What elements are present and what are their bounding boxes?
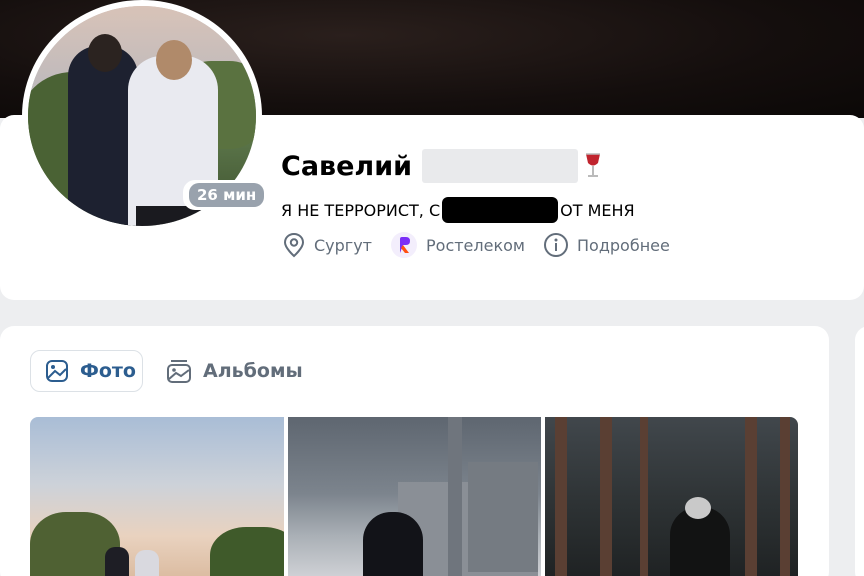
redacted-surname [422,149,579,183]
status-text-end: ОТ МЕНЯ [560,200,635,220]
tab-photos-label: Фото [80,360,136,382]
online-time: 26 мин [189,183,265,207]
profile-name-row: Савелий [281,148,604,184]
photo-thumbnail[interactable] [288,417,541,576]
city-label: Сургут [314,235,372,255]
location-pin-icon [283,232,305,258]
profile-status: Я НЕ ТЕРРОРИСТ, С ОТ МЕНЯ [281,197,635,223]
photo-thumbnail[interactable] [545,417,798,576]
work-item[interactable]: Ростелеком [390,231,525,259]
online-status-badge: 26 мин [183,180,271,210]
more-info-label: Подробнее [577,235,670,255]
wine-glass-icon [586,153,601,177]
profile-info-row: Сургут Ростелеком Подробнее [282,231,688,259]
albums-icon [167,360,191,383]
photo-thumbnail[interactable] [30,417,284,576]
status-text-start: Я НЕ ТЕРРОРИСТ, С [281,200,441,220]
tab-photos[interactable]: Фото [30,350,143,392]
tab-albums-label: Альбомы [203,360,303,382]
city-item[interactable]: Сургут [282,232,372,258]
info-icon [544,233,568,257]
rostelecom-logo-icon [391,232,417,258]
redacted-status [442,197,559,223]
profile-name: Савелий [281,150,413,182]
tab-albums[interactable]: Альбомы [165,350,303,392]
work-label: Ростелеком [426,235,525,255]
side-card [855,326,864,576]
photo-icon [46,360,68,382]
more-info-item[interactable]: Подробнее [543,232,670,258]
